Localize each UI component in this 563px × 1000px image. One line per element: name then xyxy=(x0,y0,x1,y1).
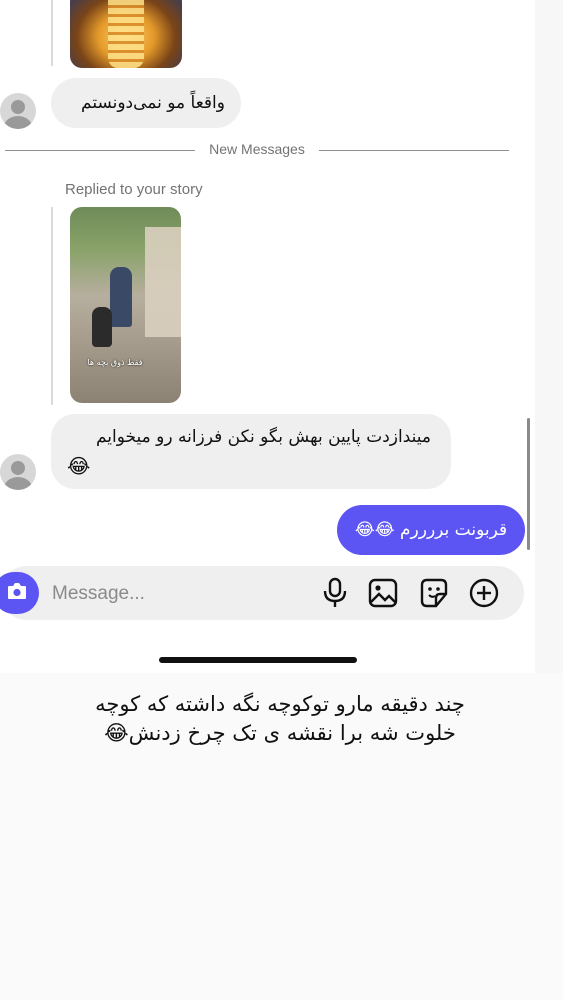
divider-line-left xyxy=(5,150,195,151)
reply-indicator-bar xyxy=(51,207,53,405)
caption-line: چند دقیقه مارو توکوچه نگه داشته که کوچه xyxy=(95,692,465,716)
caption-text: چند دقیقه مارو توکوچه نگه داشته که کوچه … xyxy=(40,690,520,748)
screen-edge xyxy=(535,0,563,673)
message-text: قربونت بررررم 😂😂 xyxy=(354,520,508,540)
avatar[interactable] xyxy=(0,93,36,129)
reply-indicator-bar xyxy=(51,0,53,66)
avatar[interactable] xyxy=(0,454,36,490)
person-image xyxy=(110,267,132,327)
message-bubble-incoming[interactable]: واقعاً مو نمی‌دونستم xyxy=(51,78,241,128)
plus-icon[interactable] xyxy=(468,576,500,610)
sticker-icon[interactable] xyxy=(418,576,450,610)
camera-icon xyxy=(8,583,26,599)
microphone-icon[interactable] xyxy=(319,576,351,610)
story-thumbnail[interactable]: فقط ذوق بچه ها xyxy=(70,207,181,403)
divider-line-right xyxy=(319,150,509,151)
message-input[interactable] xyxy=(50,580,304,608)
new-messages-divider: New Messages xyxy=(209,141,305,157)
message-text: واقعاً مو نمی‌دونستم xyxy=(81,93,225,113)
story-thumbnail-top[interactable] xyxy=(70,0,182,68)
laughing-emoji-icon: 😂 xyxy=(67,454,91,478)
child-image xyxy=(92,307,112,347)
scrollbar[interactable] xyxy=(527,418,530,550)
message-bubble-outgoing[interactable]: قربونت بررررم 😂😂 xyxy=(337,505,525,555)
replied-to-story-label: Replied to your story xyxy=(65,181,203,198)
wall-image xyxy=(145,227,181,337)
gallery-icon[interactable] xyxy=(367,576,399,610)
caption-line: خلوت شه برا نقشه ی تک چرخ زدنش😂 xyxy=(104,721,456,745)
chat-screen: واقعاً مو نمی‌دونستم New Messages Replie… xyxy=(0,0,535,673)
message-text: میندازدت پایین بهش بگو نکن فرزانه رو میخ… xyxy=(95,427,431,447)
tower-image xyxy=(108,0,144,68)
message-bubble-incoming[interactable]: میندازدت پایین بهش بگو نکن فرزانه رو میخ… xyxy=(51,414,451,489)
home-indicator[interactable] xyxy=(159,657,357,663)
story-caption: فقط ذوق بچه ها xyxy=(87,358,143,367)
